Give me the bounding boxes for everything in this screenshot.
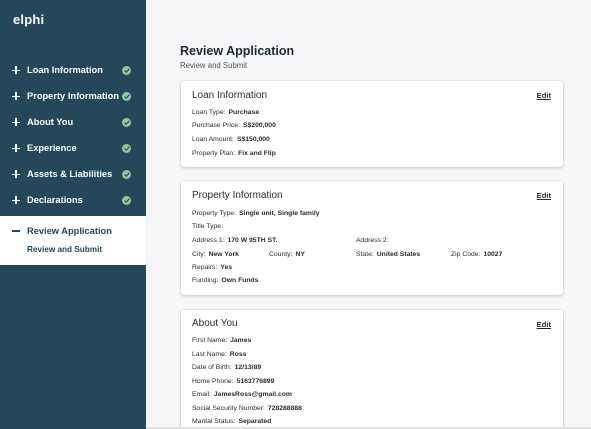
field-home-phone: Home Phone: 5163776899 bbox=[192, 378, 275, 385]
check-circle-icon bbox=[122, 117, 131, 127]
edit-loan-button[interactable]: Edit bbox=[537, 91, 551, 100]
sidebar-item-label: Loan Information bbox=[27, 65, 103, 75]
loan-information-card: Loan Information Edit Loan Type: Purchase… bbox=[181, 81, 563, 167]
field-email: Email: JamesRoss@gmail.com bbox=[192, 391, 292, 398]
edit-property-button[interactable]: Edit bbox=[537, 191, 551, 200]
page-title: Review Application bbox=[180, 44, 295, 58]
sidebar-item-about-you[interactable]: About You bbox=[0, 109, 146, 135]
property-information-card: Property Information Edit Property Type:… bbox=[181, 181, 563, 295]
field-address-1: Address 1: 170 W 95TH ST. bbox=[192, 237, 278, 244]
field-zip-code: Zip Code: 10027 bbox=[451, 251, 503, 258]
field-loan-type: Loan Type: Purchase bbox=[192, 109, 260, 116]
sidebar-subitem-review-and-submit[interactable]: Review and Submit bbox=[27, 245, 102, 254]
sidebar: elphi Loan Information Property Informat… bbox=[0, 0, 146, 429]
sidebar-item-label: Property Information bbox=[27, 91, 119, 101]
field-repairs: Repairs: Yes bbox=[192, 264, 233, 271]
card-title: Property Information bbox=[192, 190, 283, 201]
app-logo[interactable]: elphi bbox=[13, 12, 44, 27]
edit-about-button[interactable]: Edit bbox=[537, 320, 551, 329]
sidebar-item-experience[interactable]: Experience bbox=[0, 135, 146, 161]
check-circle-icon bbox=[122, 143, 131, 153]
about-you-card: About You Edit First Name: James Last Nam… bbox=[181, 310, 563, 429]
field-city: City: New York bbox=[192, 251, 239, 258]
page-subtitle: Review and Submit bbox=[180, 61, 248, 70]
plus-icon bbox=[12, 118, 20, 126]
sidebar-item-label: About You bbox=[27, 117, 74, 127]
sidebar-item-label: Declarations bbox=[27, 195, 83, 205]
field-marital-status: Marital Status: Separated bbox=[192, 418, 272, 425]
field-loan-amount: Loan Amount: S$150,000 bbox=[192, 136, 270, 143]
plus-icon bbox=[12, 144, 20, 152]
card-title: About You bbox=[192, 318, 238, 329]
plus-icon bbox=[12, 92, 20, 100]
field-date-of-birth: Date of Birth: 12/13/89 bbox=[192, 364, 262, 371]
sidebar-item-property-information[interactable]: Property Information bbox=[0, 83, 146, 109]
field-funding: Funding: Own Funds bbox=[192, 277, 259, 284]
field-property-plan: Property Plan: Fix and Flip bbox=[192, 150, 276, 157]
check-circle-icon bbox=[122, 195, 131, 205]
field-state: State: United States bbox=[356, 251, 421, 258]
sidebar-item-declarations[interactable]: Declarations bbox=[0, 187, 146, 213]
field-property-type: Property Type: Single unit, Single family bbox=[192, 210, 320, 217]
card-title: Loan Information bbox=[192, 90, 268, 101]
field-first-name: First Name: James bbox=[192, 337, 252, 344]
field-title-type: Title Type: bbox=[192, 223, 223, 230]
field-county: County: NY bbox=[269, 251, 305, 258]
plus-icon bbox=[12, 66, 20, 74]
field-address-2: Address 2: bbox=[356, 237, 389, 244]
field-last-name: Last Name: Ross bbox=[192, 351, 247, 358]
sidebar-active-label: Review Application bbox=[27, 226, 112, 236]
plus-icon bbox=[12, 196, 20, 204]
sidebar-item-assets-liabilities[interactable]: Assets & Liabilities bbox=[0, 161, 146, 187]
check-circle-icon bbox=[122, 65, 131, 75]
sidebar-item-label: Assets & Liabilities bbox=[27, 169, 113, 179]
plus-icon bbox=[12, 170, 20, 178]
sidebar-active-header[interactable]: Review Application bbox=[12, 226, 112, 236]
check-circle-icon bbox=[122, 169, 131, 179]
sidebar-item-review-application[interactable]: Review Application Review and Submit bbox=[0, 216, 146, 265]
sidebar-item-loan-information[interactable]: Loan Information bbox=[0, 57, 146, 83]
check-circle-icon bbox=[122, 91, 131, 101]
sidebar-item-label: Experience bbox=[27, 143, 77, 153]
field-purchase-price: Purchase Price: S$200,000 bbox=[192, 122, 276, 129]
field-ssn: Social Security Number: 728288888 bbox=[192, 405, 302, 412]
minus-icon bbox=[12, 230, 20, 232]
